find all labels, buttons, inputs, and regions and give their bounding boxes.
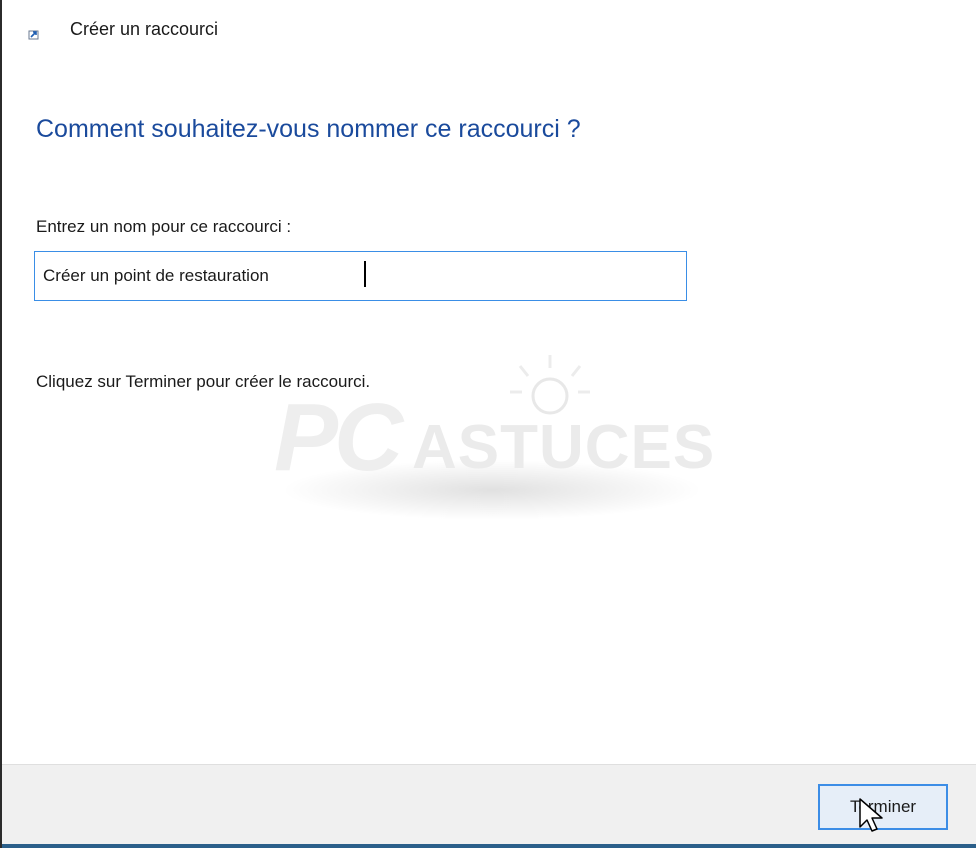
title-bar: Créer un raccourci (2, 0, 976, 60)
window-bottom-edge (2, 844, 976, 848)
window-title: Créer un raccourci (70, 19, 219, 39)
pcastuces-watermark-logo: PC ASTUCES (274, 355, 715, 520)
shortcut-name-label: Entrez un nom pour ce raccourci : (36, 217, 292, 236)
shortcut-name-input[interactable] (34, 251, 687, 301)
finish-button[interactable]: Terminer (818, 784, 948, 830)
text-caret (364, 261, 366, 287)
shortcut-wizard-window: Créer un raccourci Comment souhaitez-vou… (0, 0, 976, 848)
svg-text:ASTUCES: ASTUCES (412, 413, 715, 482)
page-heading: Comment souhaitez-vous nommer ce raccour… (36, 115, 581, 143)
svg-text:PC: PC (274, 384, 405, 491)
finish-hint: Cliquez sur Terminer pour créer le racco… (36, 372, 371, 391)
shortcut-arrow-icon (28, 30, 39, 40)
